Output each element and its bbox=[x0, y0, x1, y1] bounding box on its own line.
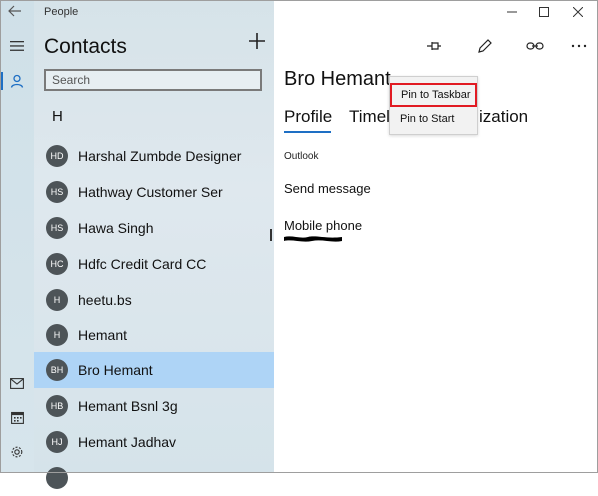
pin-context-menu: Pin to Taskbar Pin to Start bbox=[389, 76, 478, 135]
tab-timeline[interactable]: Timel bbox=[349, 107, 390, 127]
scrollbar-thumb[interactable] bbox=[270, 229, 272, 241]
edit-pencil-icon[interactable] bbox=[476, 37, 494, 55]
search-input[interactable] bbox=[44, 69, 262, 91]
more-options-icon[interactable] bbox=[570, 37, 588, 55]
tab-organization[interactable]: ization bbox=[479, 107, 528, 127]
contact-name: Hemant bbox=[78, 327, 128, 343]
minimize-icon[interactable] bbox=[504, 6, 520, 20]
send-message-link[interactable]: Send message bbox=[284, 181, 371, 196]
maximize-icon[interactable] bbox=[536, 6, 552, 20]
contact-name: Hathway Customer Ser bbox=[78, 184, 223, 200]
active-indicator bbox=[0, 72, 3, 90]
contact-item[interactable]: HJ Hemant Jadhav bbox=[34, 424, 274, 460]
contact-name-heading: Bro Hemant bbox=[284, 68, 391, 90]
contact-item[interactable]: HD Harshal Zumbde Designer bbox=[34, 138, 274, 174]
contact-detail-pane: Bro Hemant Profile Timel ization Outlook… bbox=[274, 0, 598, 473]
contact-item[interactable]: HS Hathway Customer Ser bbox=[34, 174, 274, 210]
avatar: HS bbox=[46, 181, 68, 203]
contact-item-partial[interactable] bbox=[34, 460, 274, 496]
contact-name: Harshal Zumbde Designer bbox=[78, 148, 242, 164]
title-bar: People bbox=[0, 0, 274, 26]
contacts-heading: Contacts bbox=[44, 35, 127, 58]
avatar: HC bbox=[46, 253, 68, 275]
avatar: HB bbox=[46, 395, 68, 417]
add-contact-icon[interactable] bbox=[246, 32, 268, 54]
pin-icon[interactable] bbox=[425, 37, 443, 55]
pin-to-taskbar-menu-item[interactable]: Pin to Taskbar bbox=[390, 83, 477, 107]
avatar bbox=[46, 467, 68, 489]
avatar: HS bbox=[46, 217, 68, 239]
nav-rail bbox=[0, 0, 34, 473]
settings-gear-icon[interactable] bbox=[9, 444, 25, 460]
contact-item[interactable]: H Hemant bbox=[34, 317, 274, 353]
link-contacts-icon[interactable] bbox=[526, 37, 544, 55]
contact-name: Hdfc Credit Card CC bbox=[78, 256, 207, 272]
contacts-person-icon[interactable] bbox=[9, 73, 25, 89]
contact-item[interactable]: H heetu.bs bbox=[34, 282, 274, 318]
group-header-h[interactable]: H bbox=[52, 108, 63, 125]
avatar: H bbox=[46, 324, 68, 346]
mobile-phone-label: Mobile phone bbox=[284, 218, 363, 233]
avatar: H bbox=[46, 289, 68, 311]
contact-name: Hemant Jadhav bbox=[78, 434, 177, 450]
contact-name: Hawa Singh bbox=[78, 220, 154, 236]
avatar: HJ bbox=[46, 431, 68, 453]
calendar-icon[interactable] bbox=[9, 409, 25, 425]
app-title: People bbox=[44, 6, 79, 18]
contact-item[interactable]: HS Hawa Singh bbox=[34, 210, 274, 246]
source-label: Outlook bbox=[284, 151, 319, 162]
avatar: HD bbox=[46, 145, 68, 167]
contact-name: Bro Hemant bbox=[78, 362, 153, 378]
avatar: BH bbox=[46, 359, 68, 381]
hamburger-menu-icon[interactable] bbox=[9, 38, 25, 54]
redacted-phone-number bbox=[284, 236, 342, 242]
contacts-pane: People Contacts H HD Harshal Zumbde Desi… bbox=[0, 0, 274, 489]
tab-profile[interactable]: Profile bbox=[284, 107, 332, 127]
contact-item[interactable]: HB Hemant Bsnl 3g bbox=[34, 388, 274, 424]
close-icon[interactable] bbox=[570, 6, 586, 20]
contact-item-selected[interactable]: BH Bro Hemant bbox=[34, 352, 274, 388]
mail-icon[interactable] bbox=[9, 375, 25, 391]
contact-name: Hemant Bsnl 3g bbox=[78, 398, 178, 414]
contact-item[interactable]: HC Hdfc Credit Card CC bbox=[34, 246, 274, 282]
active-tab-underline bbox=[284, 131, 331, 133]
back-arrow-icon[interactable] bbox=[8, 4, 26, 20]
contact-name: heetu.bs bbox=[78, 292, 132, 308]
pin-to-start-menu-item[interactable]: Pin to Start bbox=[390, 108, 477, 130]
